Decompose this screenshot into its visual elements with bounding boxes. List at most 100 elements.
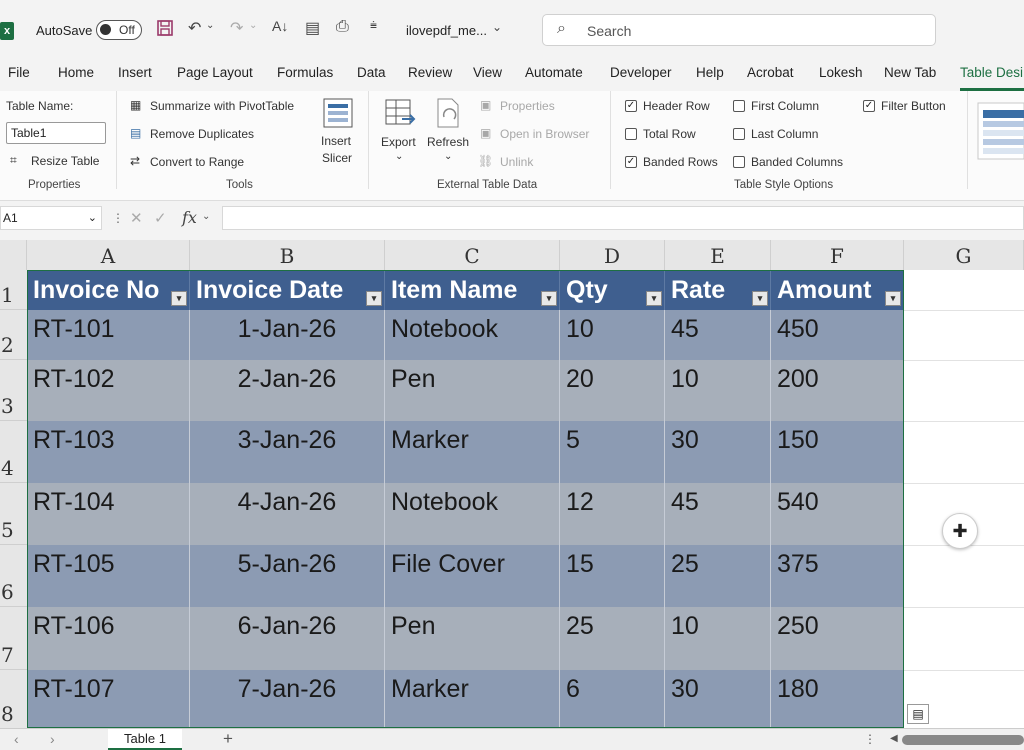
column-header-b[interactable]: B — [190, 240, 385, 270]
table-cell-amount[interactable]: 540 — [771, 483, 904, 545]
tab-automate[interactable]: Automate — [525, 65, 583, 80]
column-header-e[interactable]: E — [665, 240, 771, 270]
more-options-icon[interactable]: ⋮ — [112, 211, 124, 225]
table-cell-qty[interactable]: 15 — [560, 545, 665, 607]
table-header-amount[interactable]: Amount ▾ — [771, 270, 904, 310]
cancel-icon[interactable]: ✕ — [130, 209, 143, 227]
filter-dropdown-icon[interactable]: ▾ — [752, 291, 768, 306]
tab-file[interactable]: File — [8, 65, 30, 80]
row-header-7[interactable]: 7 — [0, 607, 27, 670]
horizontal-scrollbar[interactable] — [902, 735, 1024, 745]
row-header-6[interactable]: 6 — [0, 545, 27, 607]
filter-dropdown-icon[interactable]: ▾ — [171, 291, 187, 306]
unlink-button[interactable]: Unlink — [500, 155, 533, 169]
name-box[interactable]: A1 ⌄ — [0, 206, 102, 230]
tab-lokesh[interactable]: Lokesh — [819, 65, 863, 80]
table-cell-amount[interactable]: 200 — [771, 360, 904, 421]
table-cell-rate[interactable]: 10 — [665, 360, 771, 421]
table-cell-qty[interactable]: 25 — [560, 607, 665, 670]
table-cell-invoice-date[interactable]: 4-Jan-26 — [190, 483, 385, 545]
refresh-dropdown-icon[interactable]: ⌄ — [444, 151, 452, 162]
table-cell-rate[interactable]: 10 — [665, 607, 771, 670]
redo-icon[interactable]: ↷ — [230, 18, 243, 38]
table-cell-qty[interactable]: 20 — [560, 360, 665, 421]
table-cell-qty[interactable]: 10 — [560, 310, 665, 360]
row-header-8[interactable]: 8 — [0, 670, 27, 728]
table-style-gallery[interactable] — [977, 102, 1024, 165]
tab-page-layout[interactable]: Page Layout — [177, 65, 253, 80]
table-cell-item-name[interactable]: Marker — [385, 670, 560, 728]
undo-icon[interactable]: ↶ — [188, 18, 201, 38]
autosave-toggle[interactable]: Off — [96, 20, 142, 40]
table-cell-invoice-date[interactable]: 3-Jan-26 — [190, 421, 385, 483]
total-row-checkbox[interactable] — [625, 128, 637, 140]
tab-new-tab[interactable]: New Tab — [884, 65, 936, 80]
row-header-3[interactable]: 3 — [0, 360, 27, 421]
table-cell-amount[interactable]: 150 — [771, 421, 904, 483]
table-header-qty[interactable]: Qty ▾ — [560, 270, 665, 310]
prev-sheet-icon[interactable]: ‹ — [14, 731, 19, 747]
table-cell-item-name[interactable]: Notebook — [385, 483, 560, 545]
open-in-browser-button[interactable]: Open in Browser — [500, 127, 589, 141]
table-cell-rate[interactable]: 25 — [665, 545, 771, 607]
fx-dropdown-icon[interactable]: ⌄ — [202, 211, 210, 222]
add-sheet-button[interactable]: + — [223, 729, 233, 749]
column-header-c[interactable]: C — [385, 240, 560, 270]
row-header-4[interactable]: 4 — [0, 421, 27, 483]
form-icon[interactable]: ▤ — [305, 18, 320, 38]
table-header-rate[interactable]: Rate ▾ — [665, 270, 771, 310]
name-box-chevron-icon[interactable]: ⌄ — [88, 211, 97, 224]
tab-table-design[interactable]: Table Desi — [960, 65, 1023, 80]
tab-acrobat[interactable]: Acrobat — [747, 65, 794, 80]
search-box[interactable]: ⌕ Search — [542, 14, 936, 46]
header-row-checkbox[interactable]: ✓ — [625, 100, 637, 112]
table-cell-invoice-no[interactable]: RT-107 — [27, 670, 190, 728]
more-options-icon[interactable]: ⋮ — [864, 732, 876, 746]
table-cell-rate[interactable]: 45 — [665, 483, 771, 545]
summarize-pivottable-button[interactable]: Summarize with PivotTable — [150, 99, 294, 113]
column-header-a[interactable]: A — [27, 240, 190, 270]
export-dropdown-icon[interactable]: ⌄ — [395, 151, 403, 162]
select-all-corner[interactable] — [0, 240, 27, 270]
quick-analysis-icon[interactable]: ▤ — [907, 704, 929, 724]
table-cell-invoice-date[interactable]: 6-Jan-26 — [190, 607, 385, 670]
file-name-chevron-icon[interactable]: ⌄ — [492, 20, 502, 34]
table-cell-item-name[interactable]: Notebook — [385, 310, 560, 360]
banded-rows-checkbox[interactable]: ✓ — [625, 156, 637, 168]
table-cell-amount[interactable]: 450 — [771, 310, 904, 360]
table-cell-item-name[interactable]: Marker — [385, 421, 560, 483]
enter-icon[interactable]: ✓ — [154, 209, 167, 227]
filter-dropdown-icon[interactable]: ▾ — [366, 291, 382, 306]
convert-to-range-button[interactable]: Convert to Range — [150, 155, 244, 169]
table-header-invoice-date[interactable]: Invoice Date ▾ — [190, 270, 385, 310]
banded-columns-checkbox[interactable] — [733, 156, 745, 168]
first-column-checkbox[interactable] — [733, 100, 745, 112]
tab-review[interactable]: Review — [408, 65, 452, 80]
worksheet-grid[interactable]: A B C D E F G 1 2 3 4 5 6 7 8 Invoice No… — [0, 240, 1024, 728]
refresh-button[interactable]: Refresh — [427, 135, 469, 149]
table-cell-item-name[interactable]: Pen — [385, 607, 560, 670]
column-header-d[interactable]: D — [560, 240, 665, 270]
customize-qat-icon[interactable]: ⩧ — [370, 18, 377, 33]
filter-dropdown-icon[interactable]: ▾ — [885, 291, 901, 306]
table-cell-invoice-no[interactable]: RT-106 — [27, 607, 190, 670]
filter-dropdown-icon[interactable]: ▾ — [541, 291, 557, 306]
formula-input[interactable] — [222, 206, 1024, 230]
redo-dropdown-icon[interactable]: ⌄ — [249, 20, 257, 31]
table-cell-qty[interactable]: 12 — [560, 483, 665, 545]
column-header-g[interactable]: G — [904, 240, 1024, 270]
row-header-1[interactable]: 1 — [0, 270, 27, 310]
tab-view[interactable]: View — [473, 65, 502, 80]
table-cell-invoice-no[interactable]: RT-104 — [27, 483, 190, 545]
export-button[interactable]: Export — [381, 135, 416, 149]
tab-formulas[interactable]: Formulas — [277, 65, 333, 80]
insert-slicer-label-1[interactable]: Insert — [321, 134, 351, 148]
table-cell-amount[interactable]: 180 — [771, 670, 904, 728]
sort-az-icon[interactable]: A↓ — [272, 18, 288, 34]
row-header-2[interactable]: 2 — [0, 310, 27, 360]
file-name[interactable]: ilovepdf_me... — [406, 23, 487, 38]
insert-function-icon[interactable]: fx — [182, 208, 197, 227]
print-preview-icon[interactable]: ⎙ — [336, 18, 349, 36]
insert-slicer-label-2[interactable]: Slicer — [322, 151, 352, 165]
table-cell-invoice-no[interactable]: RT-102 — [27, 360, 190, 421]
